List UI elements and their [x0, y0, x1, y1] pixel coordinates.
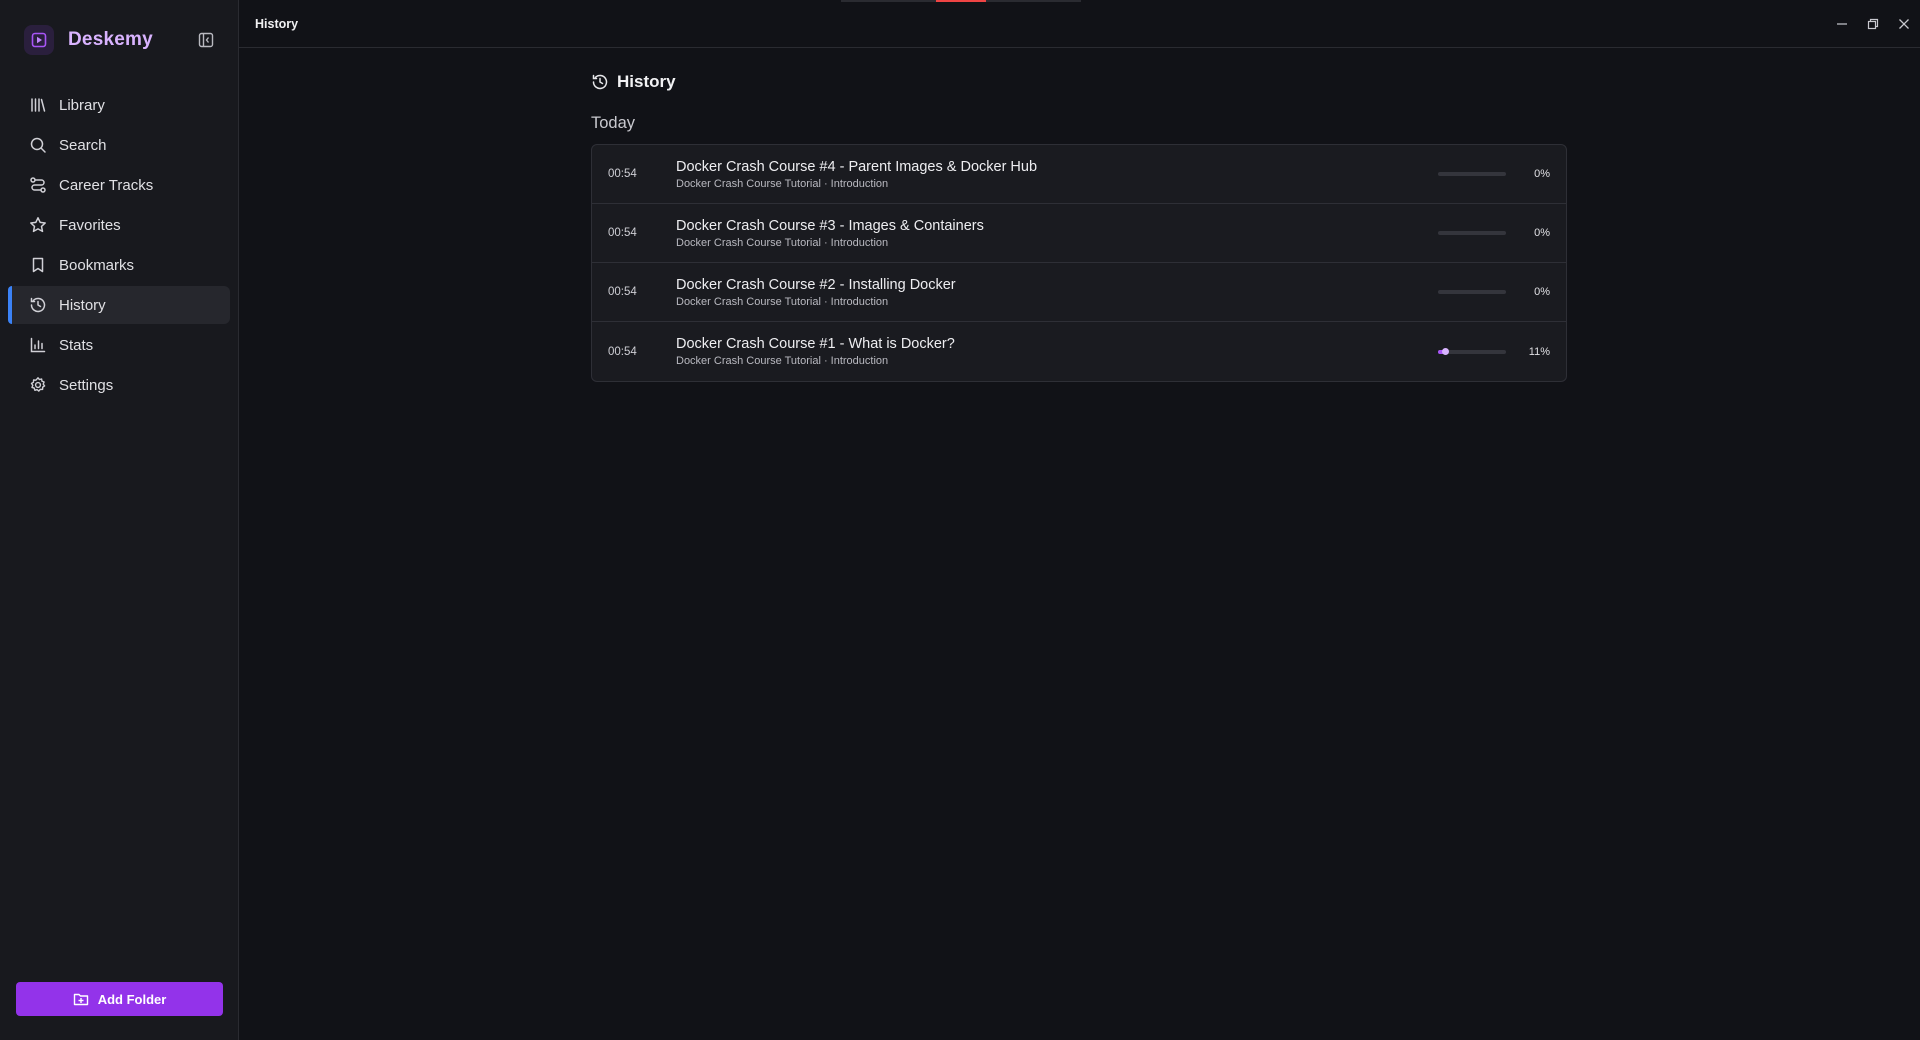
- lesson-title: Docker Crash Course #4 - Parent Images &…: [676, 158, 1038, 175]
- lesson-course: Docker Crash Course Tutorial · Introduct…: [676, 295, 889, 308]
- sidebar-collapse-icon[interactable]: [196, 30, 216, 50]
- date-group-label: Today: [591, 114, 636, 132]
- progress-percent: 0%: [1534, 227, 1550, 239]
- gear-icon: [28, 375, 48, 395]
- lesson-title: Docker Crash Course #3 - Images & Contai…: [676, 217, 984, 234]
- row-text: Docker Crash Course #3 - Images & Contai…: [676, 217, 1438, 250]
- history-row[interactable]: 00:54 Docker Crash Course #2 - Installing…: [592, 263, 1566, 322]
- bar-chart-icon: [28, 335, 48, 355]
- lesson-course: Docker Crash Course Tutorial · Introduct…: [676, 177, 889, 190]
- page-header: History: [591, 70, 1567, 94]
- history-list: 00:54 Docker Crash Course #4 - Parent Ima…: [591, 144, 1567, 382]
- page-title: History: [617, 72, 676, 91]
- lesson-course: Docker Crash Course Tutorial · Introduct…: [676, 236, 889, 249]
- loading-indicator: [841, 0, 1081, 2]
- history-icon: [28, 295, 48, 315]
- title-bar: History: [239, 0, 1920, 48]
- watch-time: 00:54: [608, 286, 637, 298]
- row-text: Docker Crash Course #1 - What is Docker?…: [676, 335, 1438, 368]
- history-row[interactable]: 00:54 Docker Crash Course #4 - Parent Ima…: [592, 145, 1566, 204]
- history-row[interactable]: 00:54 Docker Crash Course #3 - Images & C…: [592, 204, 1566, 263]
- history-icon: [591, 73, 609, 91]
- app-logo-icon: [24, 25, 54, 55]
- sidebar-item-bookmarks[interactable]: Bookmarks: [8, 246, 230, 284]
- history-row[interactable]: 00:54 Docker Crash Course #1 - What is Do…: [592, 322, 1566, 381]
- sidebar-item-stats[interactable]: Stats: [8, 326, 230, 364]
- lesson-title: Docker Crash Course #2 - Installing Dock…: [676, 276, 956, 293]
- row-text: Docker Crash Course #2 - Installing Dock…: [676, 276, 1438, 309]
- progress-bar: [1438, 348, 1506, 355]
- main-panel: History History Today 00:54 Docker Crash…: [239, 0, 1920, 1040]
- sidebar-item-search[interactable]: Search: [8, 126, 230, 164]
- minimize-icon[interactable]: [1827, 9, 1857, 39]
- sidebar-nav: Library Search Career Tracks Favorites B…: [0, 86, 238, 404]
- sidebar-item-career-tracks[interactable]: Career Tracks: [8, 166, 230, 204]
- bookmark-icon: [28, 255, 48, 275]
- watch-time: 00:54: [608, 345, 637, 358]
- sidebar-item-label: Settings: [59, 376, 114, 394]
- sidebar-item-label: Career Tracks: [59, 176, 154, 194]
- progress-handle: [1442, 348, 1450, 355]
- sidebar-item-history[interactable]: History: [8, 286, 230, 324]
- row-text: Docker Crash Course #4 - Parent Images &…: [676, 158, 1438, 191]
- app-name: Deskemy: [68, 29, 153, 50]
- sidebar-item-library[interactable]: Library: [8, 86, 230, 124]
- window-title: History: [255, 16, 299, 31]
- add-folder-button[interactable]: Add Folder: [16, 982, 223, 1016]
- sidebar: Deskemy Library Search Career Tracks Fav…: [0, 0, 239, 1040]
- add-folder-label: Add Folder: [97, 991, 167, 1007]
- library-icon: [28, 95, 48, 115]
- sidebar-item-label: Library: [59, 96, 105, 114]
- progress-percent: 0%: [1534, 168, 1550, 180]
- app-window: Deskemy Library Search Career Tracks Fav…: [0, 0, 1920, 1040]
- brand-header: Deskemy: [0, 0, 238, 80]
- progress-bar: [1438, 290, 1506, 294]
- progress-percent: 11%: [1528, 345, 1550, 358]
- sidebar-item-label: Favorites: [59, 216, 121, 234]
- folder-plus-icon: [73, 991, 89, 1007]
- close-icon[interactable]: [1889, 9, 1919, 39]
- lesson-title: Docker Crash Course #1 - What is Docker?: [676, 336, 955, 352]
- route-icon: [28, 175, 48, 195]
- window-controls: [1827, 0, 1920, 48]
- search-icon: [28, 135, 48, 155]
- sidebar-item-favorites[interactable]: Favorites: [8, 206, 230, 244]
- watch-time: 00:54: [608, 227, 637, 239]
- sidebar-item-label: Search: [59, 136, 107, 154]
- history-content: History Today 00:54 Docker Crash Course #…: [591, 70, 1567, 382]
- sidebar-item-label: Stats: [59, 336, 94, 354]
- sidebar-item-label: Bookmarks: [59, 256, 135, 274]
- progress-percent: 0%: [1534, 286, 1550, 298]
- sidebar-item-label: History: [59, 296, 106, 314]
- watch-time: 00:54: [608, 168, 637, 180]
- sidebar-item-settings[interactable]: Settings: [8, 366, 230, 404]
- lesson-course: Docker Crash Course Tutorial · Introduct…: [676, 355, 889, 367]
- progress-bar: [1438, 172, 1506, 176]
- progress-bar: [1438, 231, 1506, 235]
- restore-icon[interactable]: [1858, 9, 1888, 39]
- star-icon: [28, 215, 48, 235]
